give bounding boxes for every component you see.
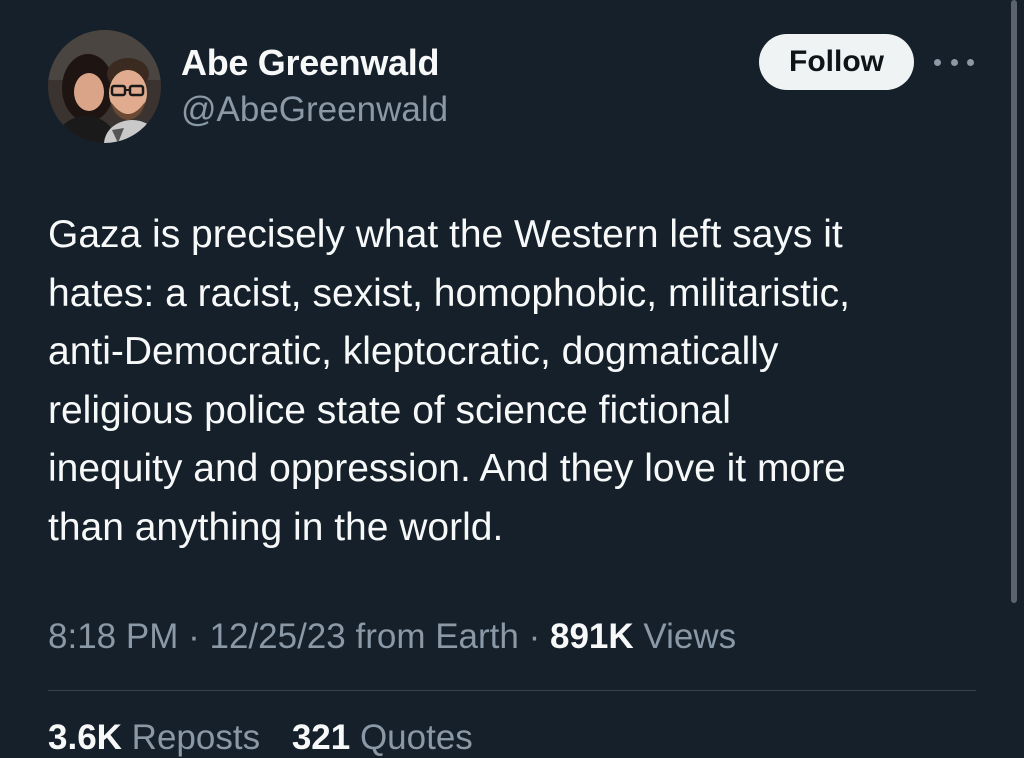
tweet-text-line: than anything in the world. [48,505,504,549]
display-name[interactable]: Abe Greenwald [181,42,439,84]
scrollbar[interactable] [1011,0,1017,603]
quotes-count: 321 [291,718,351,757]
tweet-source: from Earth [355,617,519,656]
tweet-meta: 8:18 PM · 12/25/23 from Earth · 891K Vie… [48,617,736,657]
reposts-link[interactable]: 3.6K Reposts [48,718,270,757]
follow-button[interactable]: Follow [759,34,914,90]
tweet-date[interactable]: 12/25/23 [209,617,345,656]
avatar[interactable] [48,30,161,143]
divider [48,690,976,691]
tweet-text-line: religious police state of science fictio… [48,388,731,432]
separator-dot: · [528,617,541,656]
user-handle[interactable]: @AbeGreenwald [181,90,448,130]
tweet-text-line: hates: a racist, sexist, homophobic, mil… [48,271,850,315]
tweet-text-line: anti-Democratic, kleptocratic, dogmatica… [48,330,779,373]
dot-icon [950,58,958,66]
more-horizontal-icon[interactable] [934,50,974,74]
quotes-link[interactable]: 321 Quotes [292,718,473,757]
views-count[interactable]: 891K [550,617,634,656]
tweet-text-line: inequity and oppression. And they love i… [48,447,846,490]
dot-icon [934,58,941,66]
tweet-time[interactable]: 8:18 PM [48,617,178,656]
views-label[interactable]: Views [643,617,736,656]
tweet-text: Gaza is precisely what the Western left … [48,206,998,557]
engagement-stats: 3.6K Reposts 321 Quotes [48,718,495,758]
reposts-label: Reposts [131,718,261,757]
tweet-detail: Abe Greenwald @AbeGreenwald Follow Gaza … [0,0,1024,757]
quotes-label: Quotes [359,718,473,757]
tweet-text-line: Gaza is precisely what the Western left … [48,213,843,256]
separator-dot: · [188,617,200,656]
reposts-count: 3.6K [48,718,122,757]
avatar-photo-icon [48,30,161,143]
dot-icon [967,58,974,66]
